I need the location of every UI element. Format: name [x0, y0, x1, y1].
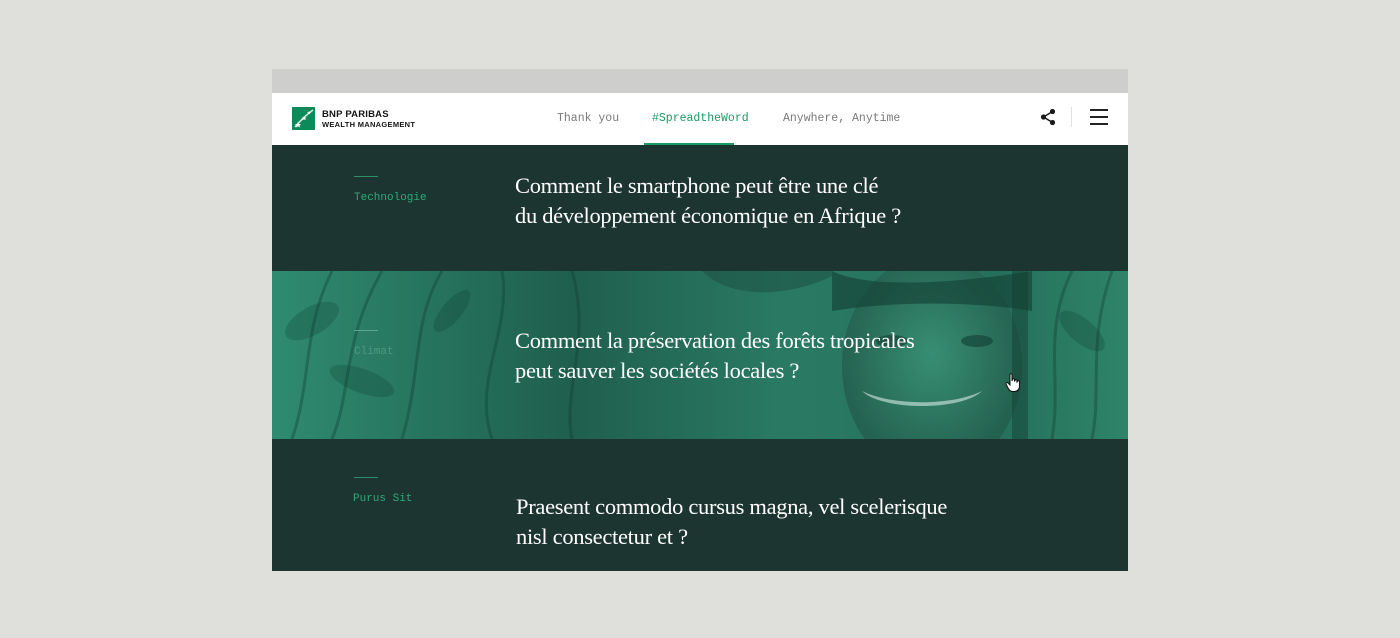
category-rule	[354, 176, 378, 177]
nav-item-thank-you[interactable]: Thank you	[557, 112, 619, 125]
nav-item-spread-the-word[interactable]: #SpreadtheWord	[652, 112, 749, 125]
site-header: BNP PARIBAS WEALTH MANAGEMENT Thank you …	[272, 93, 1128, 145]
article-title[interactable]: Comment la préservation des forêts tropi…	[515, 326, 915, 386]
browser-window: BNP PARIBAS WEALTH MANAGEMENT Thank you …	[272, 69, 1128, 571]
article-category[interactable]: Purus Sit	[353, 493, 412, 505]
share-icon[interactable]	[1038, 107, 1058, 127]
category-rule	[354, 330, 378, 331]
category-rule	[354, 477, 378, 478]
article-title[interactable]: Praesent commodo cursus magna, vel scele…	[516, 492, 947, 552]
article-category[interactable]: Climat	[354, 346, 394, 358]
browser-chrome-bar	[272, 69, 1128, 93]
nav-item-anywhere-anytime[interactable]: Anywhere, Anytime	[783, 112, 900, 125]
main-nav: Thank you #SpreadtheWord Anywhere, Anyti…	[272, 112, 1128, 132]
article-card[interactable]: Purus Sit Praesent commodo cursus magna,…	[272, 439, 1128, 571]
header-divider	[1071, 107, 1072, 127]
hamburger-menu-icon[interactable]	[1088, 106, 1110, 128]
article-card-featured[interactable]: Climat Comment la préservation des forêt…	[272, 271, 1128, 439]
article-category[interactable]: Technologie	[354, 192, 427, 204]
hand-pointer-cursor-icon	[1005, 373, 1021, 393]
article-title[interactable]: Comment le smartphone peut être une clé …	[515, 171, 901, 231]
article-card[interactable]: Technologie Comment le smartphone peut ê…	[272, 145, 1128, 271]
